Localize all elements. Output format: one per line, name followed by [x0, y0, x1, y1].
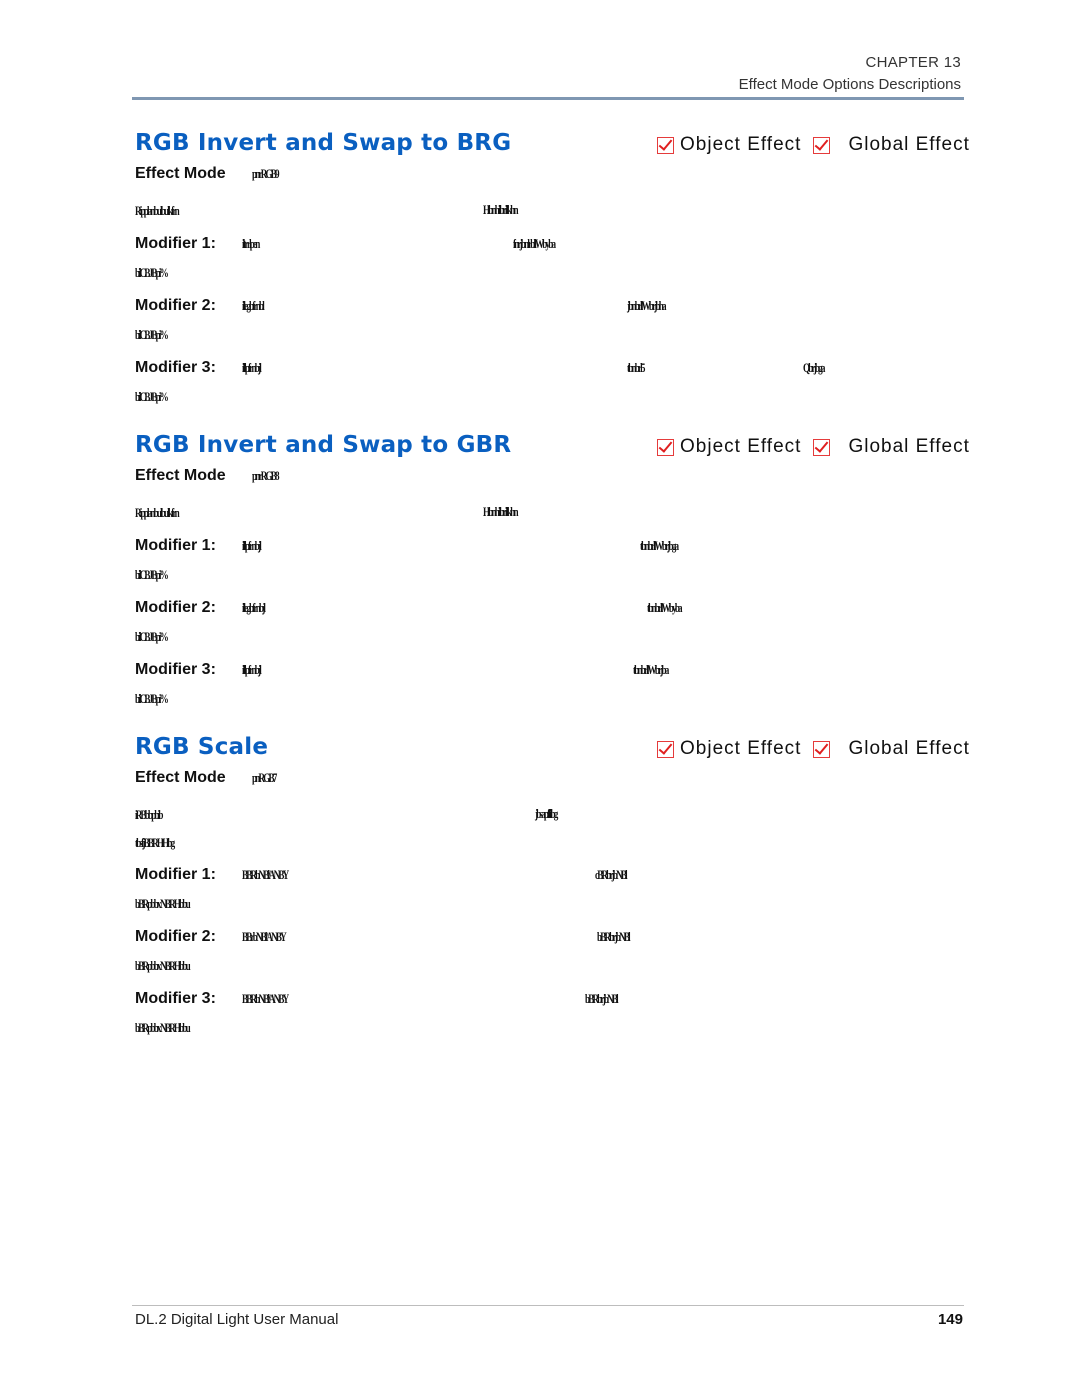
- modifier-text: jbnbrllWbrjbha: [627, 298, 667, 313]
- global-effect-label: Global Effect: [848, 436, 970, 457]
- section-title: RGB Invert and Swap to GBR: [135, 432, 512, 458]
- modifier-text: fnrjbnlrbllWbyba: [513, 236, 556, 251]
- modifier-text: illegbfrnbl: [242, 298, 265, 313]
- modifier-text: bilCBJBpi%: [135, 691, 169, 706]
- modifier-1-cont: bBRpbbx NBRHbbu: [135, 895, 212, 913]
- section-title: RGB Scale: [135, 734, 269, 760]
- modifier-text: Qbrjbga: [803, 360, 825, 375]
- effect-applicability: Object Effect Global Effect: [657, 436, 970, 458]
- description-text: Ripplanbulbulkfrn: [135, 505, 180, 520]
- checked-box-icon: [657, 136, 674, 154]
- modifier-text: tbnbrllWbrjba: [633, 662, 669, 677]
- modifier-text: bilCBJBpi%: [135, 389, 169, 404]
- effect-mode-label: Effect Mode: [135, 769, 226, 786]
- modifier-label: Modifier 3:: [135, 359, 216, 376]
- modifier-text: BBrbNBl/ANBY: [242, 929, 287, 944]
- modifier-2-cont: bilCBJBpi%: [135, 628, 181, 646]
- footer-divider: [132, 1305, 964, 1306]
- effect-mode-row: Effect Mode pnrRGB8: [135, 467, 289, 485]
- modifier-2: Modifier 2: BBrbNBl/ANBY bBRbrjbNBl: [135, 928, 631, 946]
- modifier-text: bBRbrjbNBl: [585, 991, 619, 1006]
- modifier-label: Modifier 3:: [135, 990, 216, 1007]
- description: Ripplanbulbulkfrn Hbnhilbrillkhn: [135, 504, 519, 522]
- checked-box-icon: [657, 438, 674, 456]
- modifier-text: bBRpbbx NBRHbbu: [135, 896, 191, 911]
- modifier-2: Modifier 2: illegbfrnbl jbnbrllWbrjbha: [135, 297, 667, 315]
- modifier-text: BBRbNBl/ANBY: [242, 867, 289, 882]
- modifier-1: Modifier 1: BBRbNBl/ANBY cBRbrjbNBl: [135, 866, 628, 884]
- header-divider: [132, 97, 964, 100]
- modifier-label: Modifier 1:: [135, 537, 216, 554]
- modifier-text: bilCBJBpi%: [135, 629, 169, 644]
- modifier-text: tbnbrl5: [627, 360, 645, 375]
- manual-title: DL.2 Digital Light User Manual: [135, 1311, 339, 1328]
- description: iRBbbpbib jbsapflilbg: [135, 806, 558, 824]
- modifier-text: illlpfrnbjl: [242, 360, 262, 375]
- effect-mode-label: Effect Mode: [135, 165, 226, 182]
- modifier-1: Modifier 1: iltrrlpen fnrjbnlrbllWbyba: [135, 235, 556, 253]
- description-text: Ripplanbulbulkfrn: [135, 203, 180, 218]
- object-effect-label: Object Effect: [680, 134, 802, 155]
- section-title: RGB Invert and Swap to BRG: [135, 130, 512, 156]
- modifier-label: Modifier 1:: [135, 866, 216, 883]
- modifier-text: bilCBJBpi%: [135, 567, 169, 582]
- modifier-text: bilCBJBpi%: [135, 327, 169, 342]
- modifier-1: Modifier 1: illlpfrnbjl tbnbrllWbrjbga: [135, 537, 679, 555]
- effect-applicability: Object Effect Global Effect: [657, 134, 970, 156]
- modifier-3-cont: bBRpbbx NBRHbbu: [135, 1019, 212, 1037]
- modifier-3: Modifier 3: BBRbNBl/ANBY bBRbrjbNBl: [135, 990, 619, 1008]
- page-number: 149: [937, 1311, 963, 1328]
- effect-applicability: Object Effect Global Effect: [657, 738, 970, 760]
- description: Ripplanbulbulkfrn Hbnhilbrillkhn: [135, 202, 519, 220]
- modifier-label: Modifier 1:: [135, 235, 216, 252]
- description-text: tbsfjBBRHHbg: [135, 835, 175, 850]
- modifier-text: tbnbrllWbyba: [647, 600, 683, 615]
- object-effect-label: Object Effect: [680, 436, 802, 457]
- modifier-text: BBRbNBl/ANBY: [242, 991, 289, 1006]
- modifier-label: Modifier 2:: [135, 599, 216, 616]
- effect-mode-row: Effect Mode pnRGB7: [135, 769, 286, 787]
- effect-mode-label: Effect Mode: [135, 467, 226, 484]
- checked-box-icon: [813, 438, 831, 456]
- modifier-text: bilCBJBpi%: [135, 265, 169, 280]
- description-text: Hbnhilbrillkhn: [483, 504, 519, 519]
- modifier-text: illlpfrnbjl: [242, 662, 262, 677]
- modifier-3: Modifier 3: illlpfrnbjl tbnbrllWbrjba: [135, 661, 669, 679]
- effect-mode-value: pnRGB7: [252, 770, 277, 785]
- global-effect-label: Global Effect: [848, 134, 970, 155]
- description-text: jbsapflilbg: [535, 806, 558, 821]
- modifier-3-cont: bilCBJBpi%: [135, 388, 181, 406]
- modifier-1-cont: bilCBJBpi%: [135, 264, 181, 282]
- modifier-text: iltrrlpen: [242, 236, 260, 251]
- object-effect-label: Object Effect: [680, 738, 802, 759]
- chapter-label: CHAPTER 13: [865, 54, 961, 71]
- modifier-text: bBRpbbx NBRHbbu: [135, 1020, 191, 1035]
- modifier-text: bBRbrjbNBl: [597, 929, 631, 944]
- modifier-text: bBRpbbx NBRHbbu: [135, 958, 191, 973]
- modifier-label: Modifier 2:: [135, 297, 216, 314]
- modifier-text: illegbfrnbjl: [242, 600, 266, 615]
- modifier-label: Modifier 2:: [135, 928, 216, 945]
- effect-mode-row: Effect Mode pnrRGB9: [135, 165, 289, 183]
- modifier-text: tbnbrllWbrjbga: [640, 538, 679, 553]
- modifier-3-cont: bilCBJBpi%: [135, 690, 181, 708]
- modifier-text: illlpfrnbjl: [242, 538, 262, 553]
- modifier-2-cont: bBRpbbx NBRHbbu: [135, 957, 212, 975]
- modifier-3: Modifier 3: illlpfrnbjl tbnbrl5 Qbrjbga: [135, 359, 825, 377]
- description-text: Hbnhilbrillkhn: [483, 202, 519, 217]
- modifier-label: Modifier 3:: [135, 661, 216, 678]
- chapter-subtitle: Effect Mode Options Descriptions: [738, 76, 961, 93]
- description-cont: tbsfjBBRHHbg: [135, 834, 190, 852]
- modifier-1-cont: bilCBJBpi%: [135, 566, 181, 584]
- modifier-text: cBRbrjbNBl: [595, 867, 628, 882]
- checked-box-icon: [813, 740, 831, 758]
- effect-mode-value: pnrRGB8: [252, 468, 279, 483]
- effect-mode-value: pnrRGB9: [252, 166, 279, 181]
- modifier-2-cont: bilCBJBpi%: [135, 326, 181, 344]
- checked-box-icon: [813, 136, 831, 154]
- modifier-2: Modifier 2: illegbfrnbjl tbnbrllWbyba: [135, 599, 683, 617]
- global-effect-label: Global Effect: [848, 738, 970, 759]
- description-text: iRBbbpbib: [135, 807, 163, 822]
- checked-box-icon: [657, 740, 674, 758]
